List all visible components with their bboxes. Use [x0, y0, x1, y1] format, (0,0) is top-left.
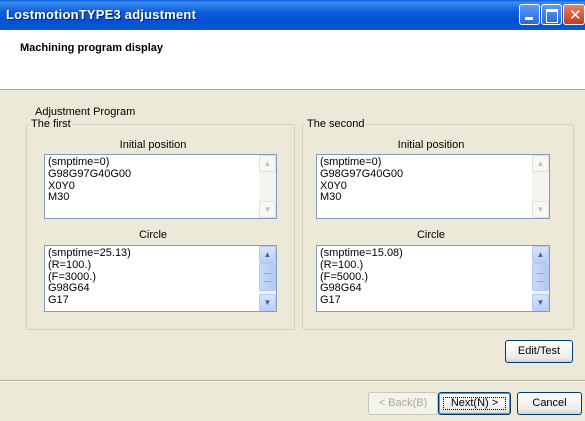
second-circle-scrollbar[interactable]: ▲ ▼ [532, 246, 549, 311]
cancel-button[interactable]: Cancel [517, 392, 582, 415]
scroll-down-arrow-icon[interactable]: ▼ [532, 201, 549, 218]
first-circle-text: (smptime=25.13) (R=100.) (F=3000.) G98G6… [48, 247, 131, 307]
scroll-up-arrow-icon[interactable]: ▲ [532, 155, 549, 172]
footer-separator [0, 380, 585, 382]
second-initial-position-listbox[interactable]: (smptime=0) G98G97G40G00 X0Y0 M30 ▲ ▼ [316, 154, 550, 219]
first-initial-position-label: Initial position [119, 139, 187, 151]
first-initial-position-listbox[interactable]: (smptime=0) G98G97G40G00 X0Y0 M30 ▲ ▼ [44, 154, 277, 219]
group-the-first-legend: The first [31, 118, 71, 130]
scroll-up-arrow-icon[interactable]: ▲ [259, 155, 276, 172]
scroll-thumb[interactable] [259, 263, 276, 291]
second-initial-scrollbar[interactable]: ▲ ▼ [532, 155, 549, 218]
scroll-down-arrow-icon[interactable]: ▼ [259, 294, 276, 311]
second-circle-text: (smptime=15.08) (R=100.) (F=5000.) G98G6… [320, 247, 403, 307]
scroll-up-arrow-icon[interactable]: ▲ [532, 246, 549, 263]
scroll-down-arrow-icon[interactable]: ▼ [259, 201, 276, 218]
second-initial-position-label: Initial position [397, 139, 465, 151]
title-bar[interactable]: LostmotionTYPE3 adjustment ✕ [0, 0, 585, 30]
first-circle-label: Circle [138, 229, 168, 241]
scroll-up-arrow-icon[interactable]: ▲ [259, 246, 276, 263]
second-circle-label: Circle [416, 229, 446, 241]
second-circle-listbox[interactable]: (smptime=15.08) (R=100.) (F=5000.) G98G6… [316, 245, 550, 312]
close-button[interactable]: ✕ [563, 4, 585, 25]
dialog-window: LostmotionTYPE3 adjustment ✕ Machining p… [0, 0, 585, 421]
next-button[interactable]: Next(N) > [438, 392, 511, 415]
first-initial-scrollbar[interactable]: ▲ ▼ [259, 155, 276, 218]
first-circle-listbox[interactable]: (smptime=25.13) (R=100.) (F=3000.) G98G6… [44, 245, 277, 312]
adjustment-program-label: Adjustment Program [35, 106, 136, 118]
scroll-down-arrow-icon[interactable]: ▼ [532, 294, 549, 311]
wizard-header: Machining program display [0, 30, 585, 90]
first-circle-scrollbar[interactable]: ▲ ▼ [259, 246, 276, 311]
window-title: LostmotionTYPE3 adjustment [6, 7, 197, 22]
first-initial-position-text: (smptime=0) G98G97G40G00 X0Y0 M30 [48, 156, 132, 204]
page-title: Machining program display [20, 42, 164, 54]
focus-rectangle [443, 397, 506, 410]
group-the-second-legend: The second [307, 118, 365, 130]
minimize-button[interactable] [519, 4, 540, 25]
close-icon: ✕ [569, 7, 582, 24]
back-button[interactable]: < Back(B) [368, 392, 438, 415]
maximize-button[interactable] [541, 4, 562, 25]
edit-test-button[interactable]: Edit/Test [505, 340, 573, 363]
second-initial-position-text: (smptime=0) G98G97G40G00 X0Y0 M30 [320, 156, 404, 204]
scroll-thumb[interactable] [532, 263, 549, 291]
